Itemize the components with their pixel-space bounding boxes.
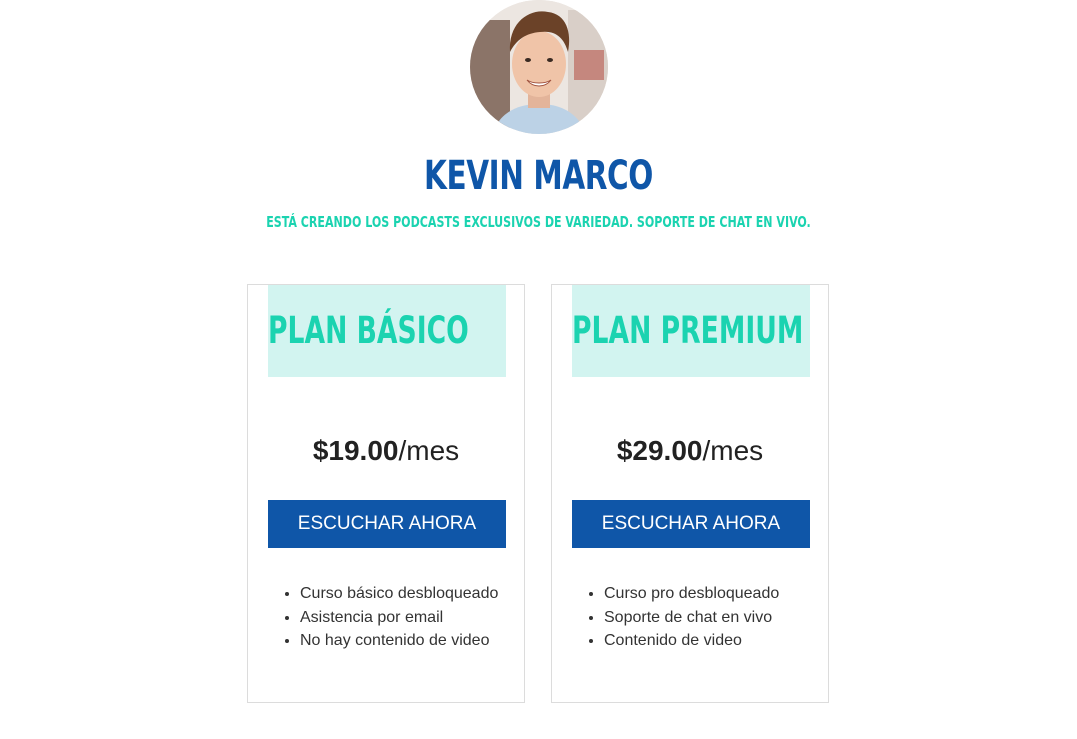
feature-item: Curso pro desbloqueado — [604, 582, 779, 606]
price-amount: $29.00 — [616, 435, 703, 466]
feature-list: Curso básico desbloqueado Asistencia por… — [280, 582, 498, 653]
pricing-card-premium: PLAN PREMIUM $29.00/mes ESCUCHAR AHORA C… — [551, 284, 829, 703]
feature-item: No hay contenido de video — [300, 629, 498, 653]
price-period: /mes — [398, 435, 460, 466]
price-amount: $19.00 — [312, 435, 399, 466]
plan-price: $29.00/mes — [552, 433, 828, 469]
plan-price: $19.00/mes — [248, 433, 524, 469]
pricing-page: KEVIN MARCO ESTÁ CREANDO LOS PODCASTS EX… — [0, 0, 1077, 739]
price-period: /mes — [702, 435, 764, 466]
listen-now-button[interactable]: ESCUCHAR AHORA — [572, 500, 810, 548]
profile-name: KEVIN MARCO — [424, 153, 653, 199]
feature-item: Asistencia por email — [300, 606, 498, 630]
avatar-photo — [470, 0, 608, 134]
pricing-card-basic: PLAN BÁSICO $19.00/mes ESCUCHAR AHORA Cu… — [247, 284, 525, 703]
avatar — [470, 0, 608, 134]
feature-list: Curso pro desbloqueado Soporte de chat e… — [584, 582, 779, 653]
feature-item: Curso básico desbloqueado — [300, 582, 498, 606]
feature-item: Soporte de chat en vivo — [604, 606, 779, 630]
feature-item: Contenido de video — [604, 629, 779, 653]
plan-title: PLAN BÁSICO — [268, 309, 469, 352]
listen-now-button[interactable]: ESCUCHAR AHORA — [268, 500, 506, 548]
profile-tagline: ESTÁ CREANDO LOS PODCASTS EXCLUSIVOS DE … — [266, 213, 811, 231]
plan-header: PLAN PREMIUM — [572, 285, 810, 377]
plan-title: PLAN PREMIUM — [572, 309, 804, 352]
plan-header: PLAN BÁSICO — [268, 285, 506, 377]
